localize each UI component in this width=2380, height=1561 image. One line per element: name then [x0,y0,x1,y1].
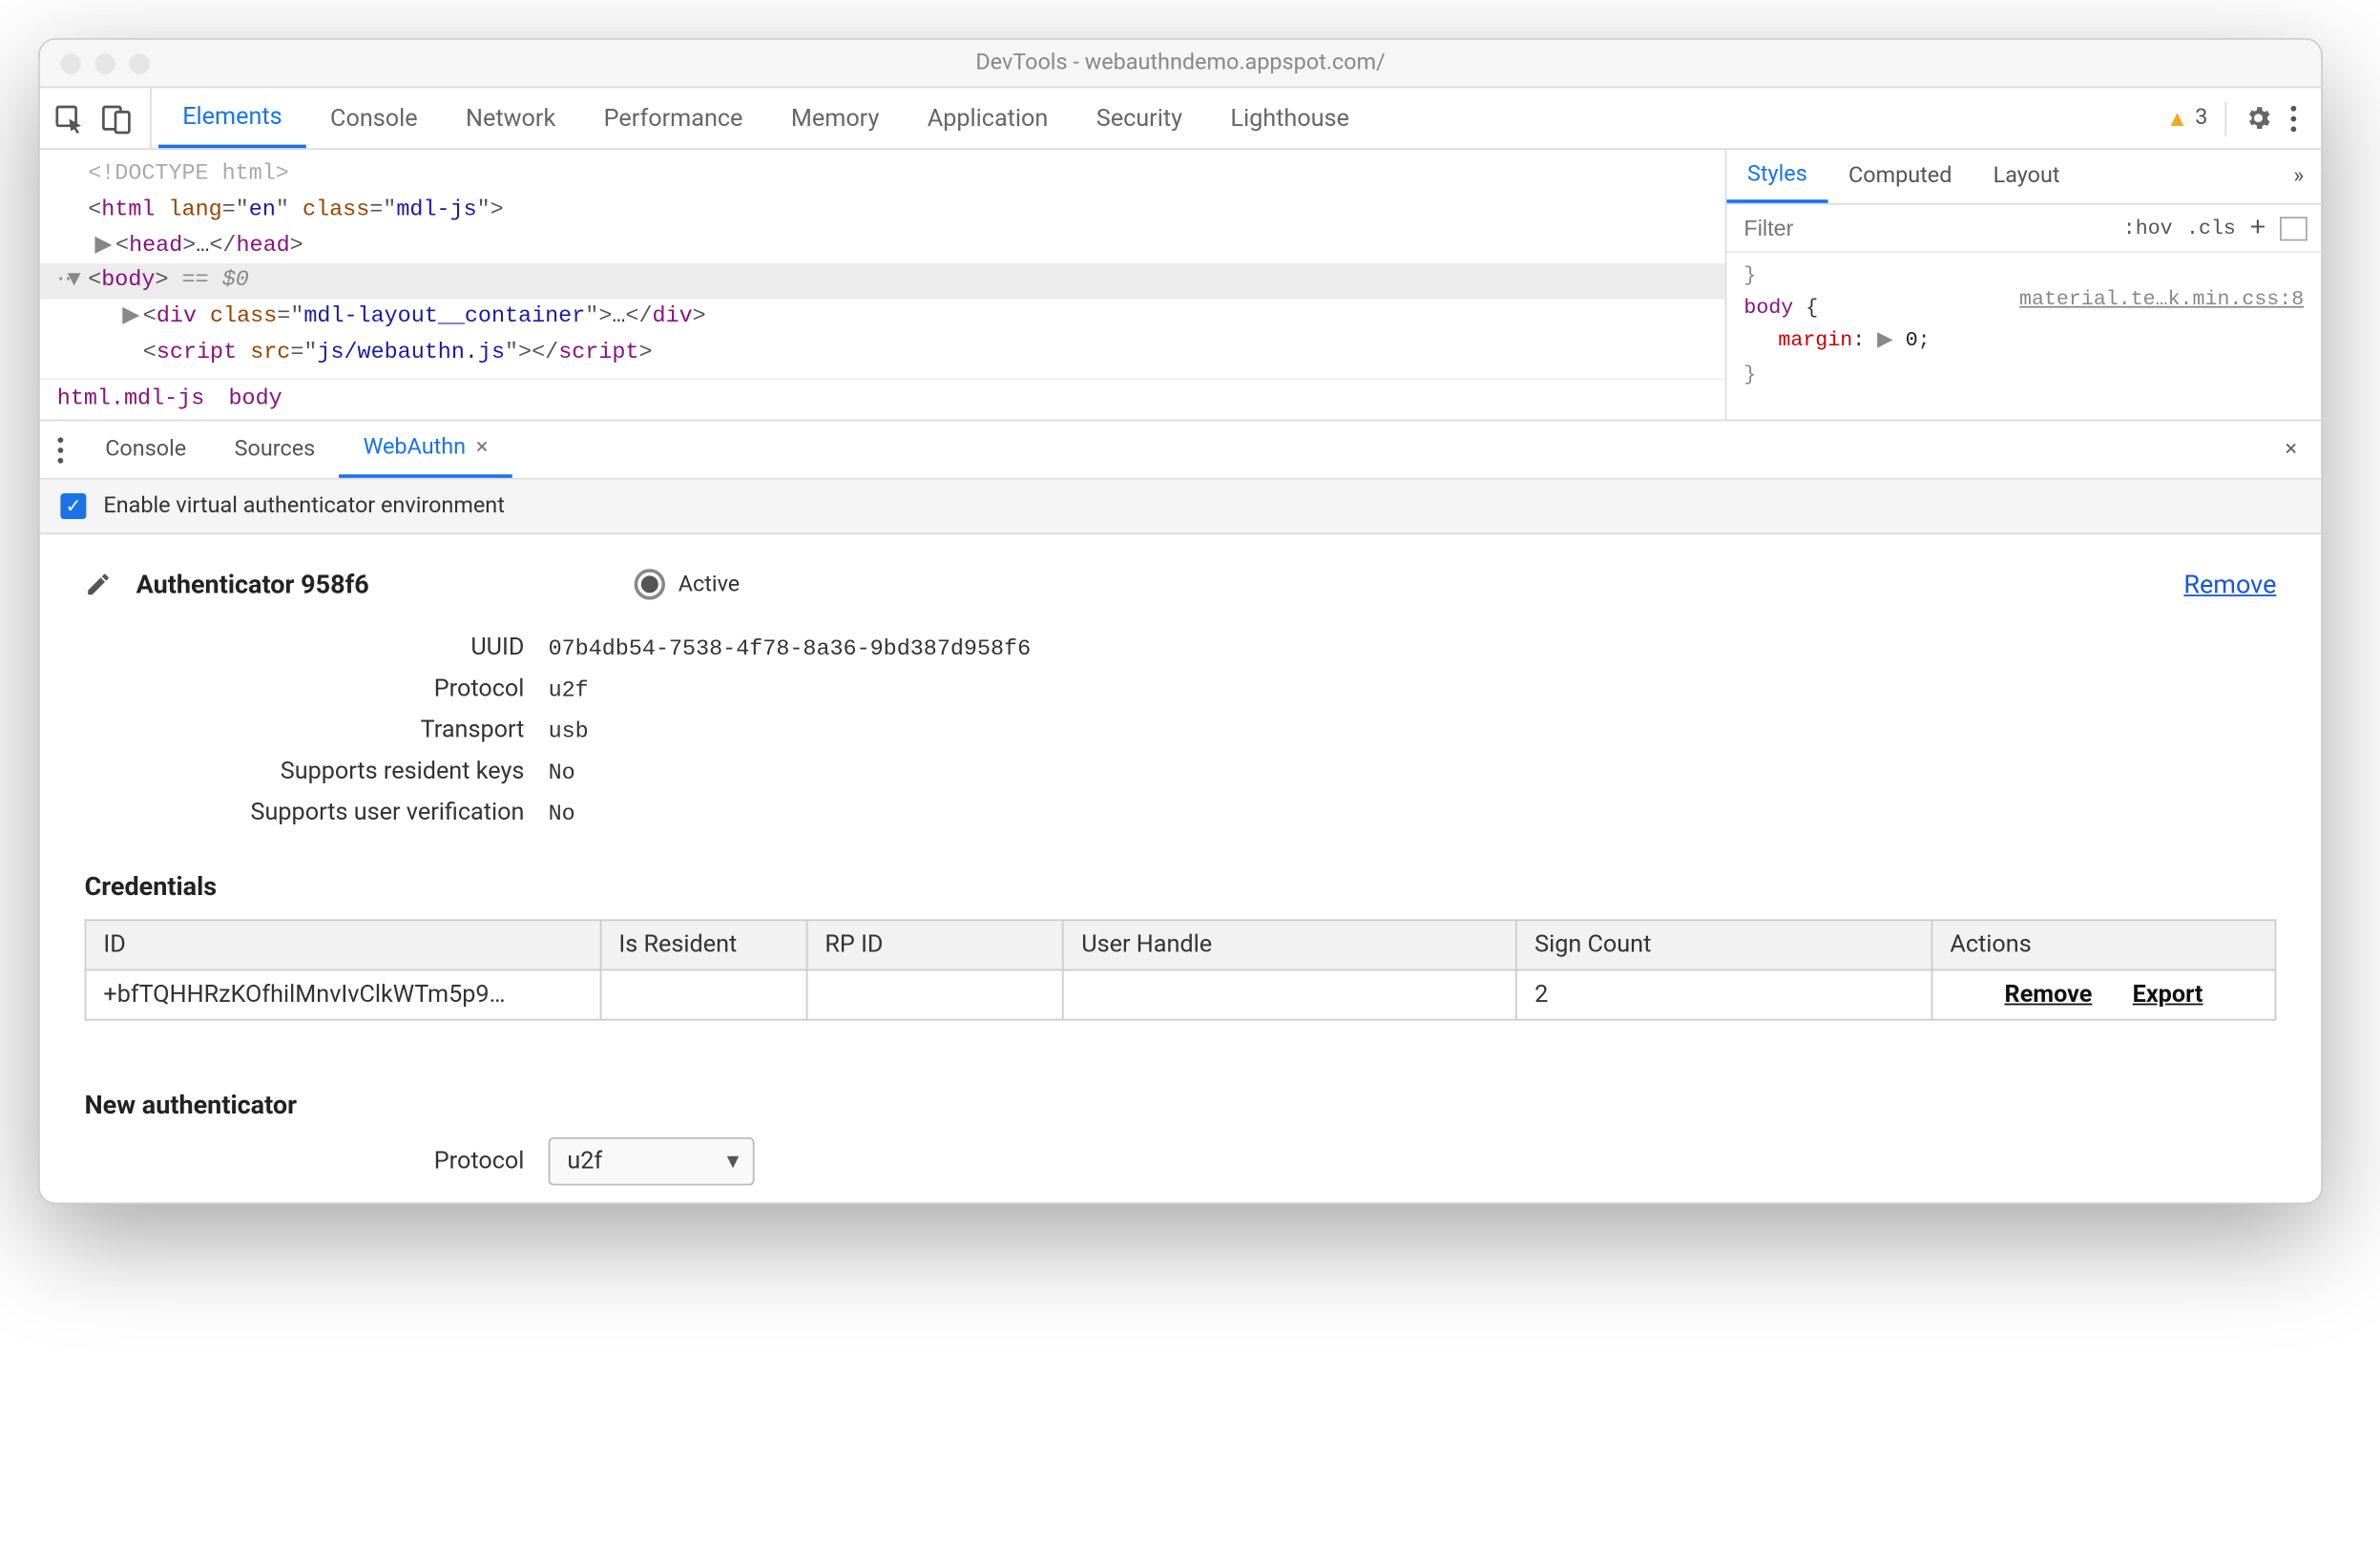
stylesheet-source-link[interactable]: material.te…k.min.css:8 [2019,283,2304,317]
table-header[interactable]: RP ID [807,920,1064,969]
cls-toggle[interactable]: .cls [2186,216,2236,239]
close-drawer-icon[interactable]: × [2261,421,2321,477]
dom-body-selected[interactable]: ⋯▼<body> == $0 [40,264,1725,300]
drawer-tab-console[interactable]: Console [81,421,210,477]
credentials-title: Credentials [85,871,2277,902]
table-header[interactable]: Is Resident [601,920,807,969]
prop-label: Supports resident keys [119,758,549,785]
credential-export-link[interactable]: Export [2133,981,2203,1009]
device-toolbar-icon[interactable] [102,103,133,134]
minimize-window-button[interactable] [94,52,115,73]
drawer-menu-icon[interactable] [40,421,81,477]
warning-icon: ▲ [2166,104,2188,132]
credentials-table: ID Is Resident RP ID User Handle Sign Co… [85,919,2277,1020]
credential-user-handle [1063,970,1516,1020]
tab-performance[interactable]: Performance [579,88,766,148]
main-tabs: Elements Console Network Performance Mem… [158,88,2160,148]
dom-head: ▶<head>…</head> [40,228,1725,263]
credential-is-resident [601,970,807,1020]
credential-id: +bfTQHHRzKOfhilMnvIvClkWTm5p9… [86,970,601,1020]
enable-virtual-authenticator-bar: ✓ Enable virtual authenticator environme… [40,480,2321,535]
prop-value: u2f [549,677,589,703]
css-val: 0 [1906,329,1918,353]
credential-sign-count: 2 [1516,970,1931,1020]
drawer-tab-label: WebAuthn [364,435,466,461]
credential-rp-id [807,970,1064,1020]
table-header[interactable]: Sign Count [1516,920,1931,969]
tab-memory[interactable]: Memory [767,88,904,148]
select-value: u2f [567,1148,602,1176]
active-label: Active [679,572,740,597]
tab-network[interactable]: Network [442,88,580,148]
drawer-tab-sources[interactable]: Sources [210,421,339,477]
table-header[interactable]: User Handle [1063,920,1516,969]
dom-doctype: <!DOCTYPE html> [88,160,289,186]
table-row: +bfTQHHRzKOfhilMnvIvClkWTm5p9… 2 Remove … [86,970,2276,1020]
new-style-rule-icon[interactable]: + [2249,213,2265,243]
prop-value: No [549,760,575,785]
close-tab-icon[interactable]: × [476,435,489,461]
prop-value: usb [549,718,589,744]
tab-lighthouse[interactable]: Lighthouse [1206,88,1373,148]
remove-authenticator-link[interactable]: Remove [2183,569,2276,599]
tab-console[interactable]: Console [306,88,442,148]
tab-application[interactable]: Application [904,88,1073,148]
active-radio[interactable]: Active [634,569,740,599]
side-tab-more-icon[interactable]: » [2276,150,2321,203]
new-auth-protocol-select[interactable]: u2f [549,1137,755,1185]
prop-label: Transport [119,717,549,744]
enable-checkbox[interactable]: ✓ [60,493,86,519]
css-prop: margin [1778,329,1852,353]
close-window-button[interactable] [60,52,81,73]
css-selector: body [1743,296,1793,320]
styles-filter-input[interactable] [1726,215,2109,240]
hover-toggle[interactable]: :hov [2123,216,2173,239]
box-model-icon[interactable] [2280,216,2307,239]
tab-elements[interactable]: Elements [158,88,306,148]
drawer-tab-webauthn[interactable]: WebAuthn × [339,421,511,477]
prop-label: Protocol [119,676,549,703]
prop-label: Supports user verification [119,799,549,826]
dom-html-open: <html lang="en" class="mdl-js"> [40,193,1725,228]
dom-tree[interactable]: <!DOCTYPE html> <html lang="en" class="m… [40,150,1727,420]
side-tab-computed[interactable]: Computed [1827,150,1973,203]
side-tab-styles[interactable]: Styles [1726,150,1827,203]
warning-count-value: 3 [2195,105,2207,131]
enable-label: Enable virtual authenticator environment [103,493,504,519]
warning-count[interactable]: ▲ 3 [2166,104,2208,132]
kebab-menu-icon[interactable] [2290,104,2297,132]
breadcrumb-item[interactable]: body [228,382,282,417]
inspect-element-icon[interactable] [53,103,84,134]
zoom-window-button[interactable] [129,52,150,73]
table-header[interactable]: Actions [1932,920,2276,969]
dom-div: ▶<div class="mdl-layout__container">…</d… [40,300,1725,335]
dom-script: <script src="js/webauthn.js"></script> [40,335,1725,370]
dom-breadcrumb[interactable]: html.mdl-js body [40,378,1725,419]
prop-label: UUID [119,635,549,662]
pencil-icon[interactable] [85,571,113,598]
prop-value: No [549,801,575,826]
window-titlebar: DevTools - webauthndemo.appspot.com/ [40,40,2321,88]
side-tab-layout[interactable]: Layout [1973,150,2080,203]
prop-value: 07b4db54-7538-4f78-8a36-9bd387d958f6 [549,635,1032,661]
window-title: DevTools - webauthndemo.appspot.com/ [40,51,2321,76]
new-authenticator-title: New authenticator [85,1090,2277,1120]
tab-security[interactable]: Security [1073,88,1207,148]
gear-icon[interactable] [2244,103,2273,133]
credential-remove-link[interactable]: Remove [2005,981,2093,1009]
main-toolbar: Elements Console Network Performance Mem… [40,88,2321,150]
new-auth-protocol-label: Protocol [85,1148,549,1176]
table-header[interactable]: ID [86,920,601,969]
styles-body[interactable]: } body { margin: ▶ 0; } material.te…k.mi… [1726,253,2321,420]
breadcrumb-item[interactable]: html.mdl-js [57,382,204,417]
authenticator-title: Authenticator 958f6 [136,569,369,599]
